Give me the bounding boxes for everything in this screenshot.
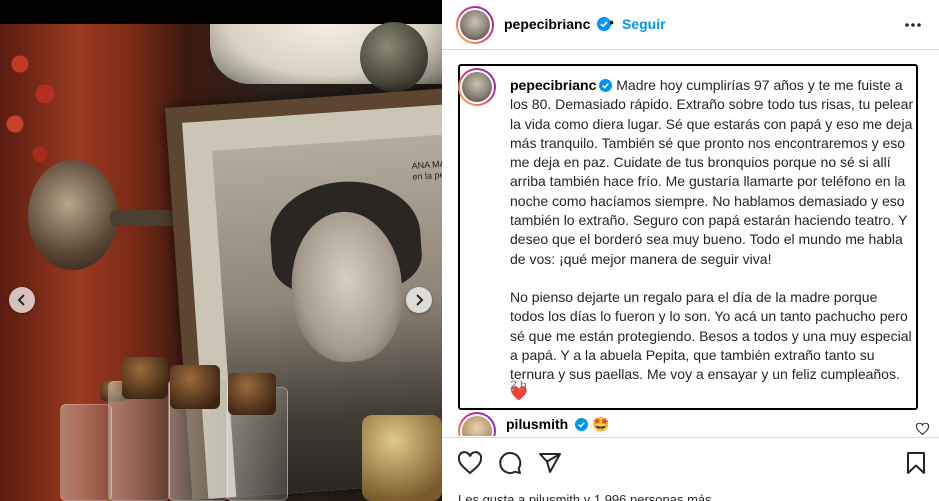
heart-icon — [457, 451, 483, 475]
bottle — [60, 404, 112, 501]
photo-sconce-arm — [110, 210, 180, 226]
chevron-right-icon — [416, 294, 424, 306]
photo-gold-jar — [362, 415, 442, 501]
carousel-prev-button[interactable] — [9, 287, 35, 313]
post-photo: ANA MA en la pelíc — [0, 0, 442, 501]
comment-button[interactable] — [498, 451, 524, 477]
author-username-text[interactable]: pepecibrianc — [504, 16, 590, 32]
bottle — [108, 381, 170, 501]
caption-block: pepecibrianc Madre hoy cumplirías 97 año… — [458, 64, 918, 410]
author-username[interactable]: pepecibrianc — [504, 16, 612, 32]
verified-badge-icon — [575, 418, 589, 431]
portrait-caption: ANA MA en la pelíc — [411, 158, 442, 183]
commenter-username[interactable]: pilusmith 🤩 — [506, 416, 609, 433]
commenter-username-text[interactable]: pilusmith — [506, 416, 568, 432]
header-separator: • — [609, 14, 614, 30]
comment-like-heart-icon[interactable] — [916, 423, 929, 435]
bookmark-icon — [907, 452, 925, 474]
comment-icon — [499, 452, 522, 474]
photo-wall-sconce — [28, 160, 118, 270]
bottle-cap — [170, 365, 220, 409]
portrait-caption-line2: en la pelíc — [412, 169, 442, 182]
post-details-panel: pepecibrianc • Seguir pepecibrianc Madre… — [442, 0, 939, 501]
share-icon — [539, 453, 561, 473]
comment-emoji: 🤩 — [592, 416, 610, 432]
verified-badge-icon — [599, 79, 613, 92]
post-header: pepecibrianc • Seguir — [442, 0, 939, 50]
more-options-icon[interactable] — [903, 16, 923, 34]
bottle-cap — [228, 373, 276, 415]
caption-author-avatar[interactable] — [458, 68, 496, 106]
carousel-next-button[interactable] — [406, 287, 432, 313]
follow-button[interactable]: Seguir — [622, 16, 666, 32]
author-avatar[interactable] — [456, 6, 494, 44]
photo-berries-decoration — [0, 24, 70, 174]
comment-row: pilusmith 🤩 — [458, 410, 928, 436]
photo-top-bar — [0, 0, 442, 24]
bottle-cap — [122, 357, 168, 399]
chevron-left-icon — [17, 294, 25, 306]
commenter-avatar[interactable] — [458, 412, 496, 436]
share-button[interactable] — [538, 451, 564, 477]
action-bar — [442, 437, 939, 492]
caption-username[interactable]: pepecibrianc — [510, 77, 596, 93]
caption-paragraph-1: Madre hoy cumplirías 97 años y te me fui… — [510, 77, 914, 267]
caption-paragraph-2: No pienso dejarte un regalo para el día … — [510, 288, 912, 383]
caption-paragraph-2-wrap: No pienso dejarte un regalo para el día … — [510, 288, 914, 404]
post-timestamp[interactable]: 2 h — [510, 378, 527, 392]
likes-summary[interactable]: Les gusta a pilusmith y 1.996 personas m… — [458, 492, 712, 501]
photo-perfume-bottles — [60, 355, 290, 501]
caption-text: pepecibrianc Madre hoy cumplirías 97 año… — [510, 76, 914, 404]
like-button[interactable] — [457, 451, 484, 477]
photo-lamp-knob — [360, 22, 428, 92]
save-button[interactable] — [904, 451, 930, 477]
